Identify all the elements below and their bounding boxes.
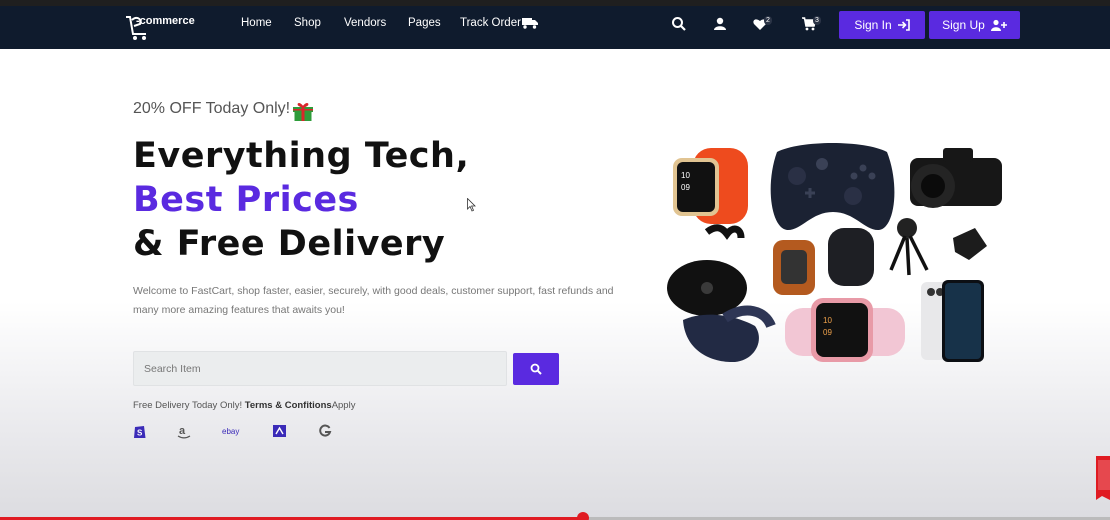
logo-text: -commerce (136, 15, 195, 27)
sign-up-label: Sign Up (942, 18, 985, 32)
nav-home[interactable]: Home (241, 17, 272, 29)
store-icon[interactable] (273, 423, 286, 439)
add-user-icon (990, 19, 1007, 31)
cart-count-badge: 3 (813, 16, 821, 25)
tech-products-image: 10 09 10 09 (667, 143, 1002, 363)
ebay-icon[interactable]: ebay (222, 423, 244, 439)
google-icon[interactable] (318, 423, 332, 439)
hero-description: Welcome to FastCart, shop faster, easier… (133, 285, 614, 316)
nav-track-order[interactable]: Track Order (460, 17, 521, 29)
nav-vendors[interactable]: Vendors (344, 17, 386, 29)
video-progress-knob[interactable] (576, 512, 589, 520)
nav-pages[interactable]: Pages (408, 17, 441, 29)
svg-text:S: S (137, 429, 143, 438)
shopify-icon[interactable]: S (133, 423, 146, 439)
search-input[interactable] (133, 351, 507, 386)
amazon-icon[interactable]: a (177, 423, 191, 439)
sign-in-button[interactable]: Sign In (839, 11, 925, 39)
sign-in-label: Sign In (854, 18, 892, 32)
svg-text:10: 10 (823, 316, 832, 325)
search-icon[interactable] (671, 16, 687, 32)
gift-icon (293, 103, 313, 121)
headline-line-3: & Free Delivery (133, 224, 446, 264)
channel-badge-icon[interactable] (1094, 456, 1110, 500)
svg-text:10: 10 (681, 171, 690, 180)
delivery-note: Free Delivery Today Only! Terms & Confit… (133, 400, 355, 411)
svg-text:09: 09 (681, 183, 690, 192)
sign-up-button[interactable]: Sign Up (929, 11, 1020, 39)
search-button[interactable] (513, 353, 559, 385)
headline-line-1: Everything Tech, (133, 136, 470, 176)
navbar: -commerce Home Shop Vendors Pages Track … (0, 6, 1110, 49)
headline-line-2: Best Prices (133, 180, 359, 220)
truck-icon (522, 18, 538, 29)
svg-text:09: 09 (823, 328, 832, 337)
delivery-suffix: Apply (331, 400, 356, 411)
svg-text:a: a (179, 425, 186, 437)
search-icon (530, 363, 542, 375)
nav-shop[interactable]: Shop (294, 17, 321, 29)
wishlist-count-badge: 2 (764, 16, 772, 25)
ebay-wordmark: ebay (222, 427, 239, 436)
sign-in-icon (897, 19, 910, 31)
delivery-prefix: Free Delivery Today Only! (133, 400, 245, 411)
mouse-cursor-icon (467, 198, 476, 212)
user-icon[interactable] (712, 16, 728, 32)
offer-text: 20% OFF Today Only! (133, 100, 291, 117)
terms-link[interactable]: Terms & Confitions (245, 400, 332, 411)
